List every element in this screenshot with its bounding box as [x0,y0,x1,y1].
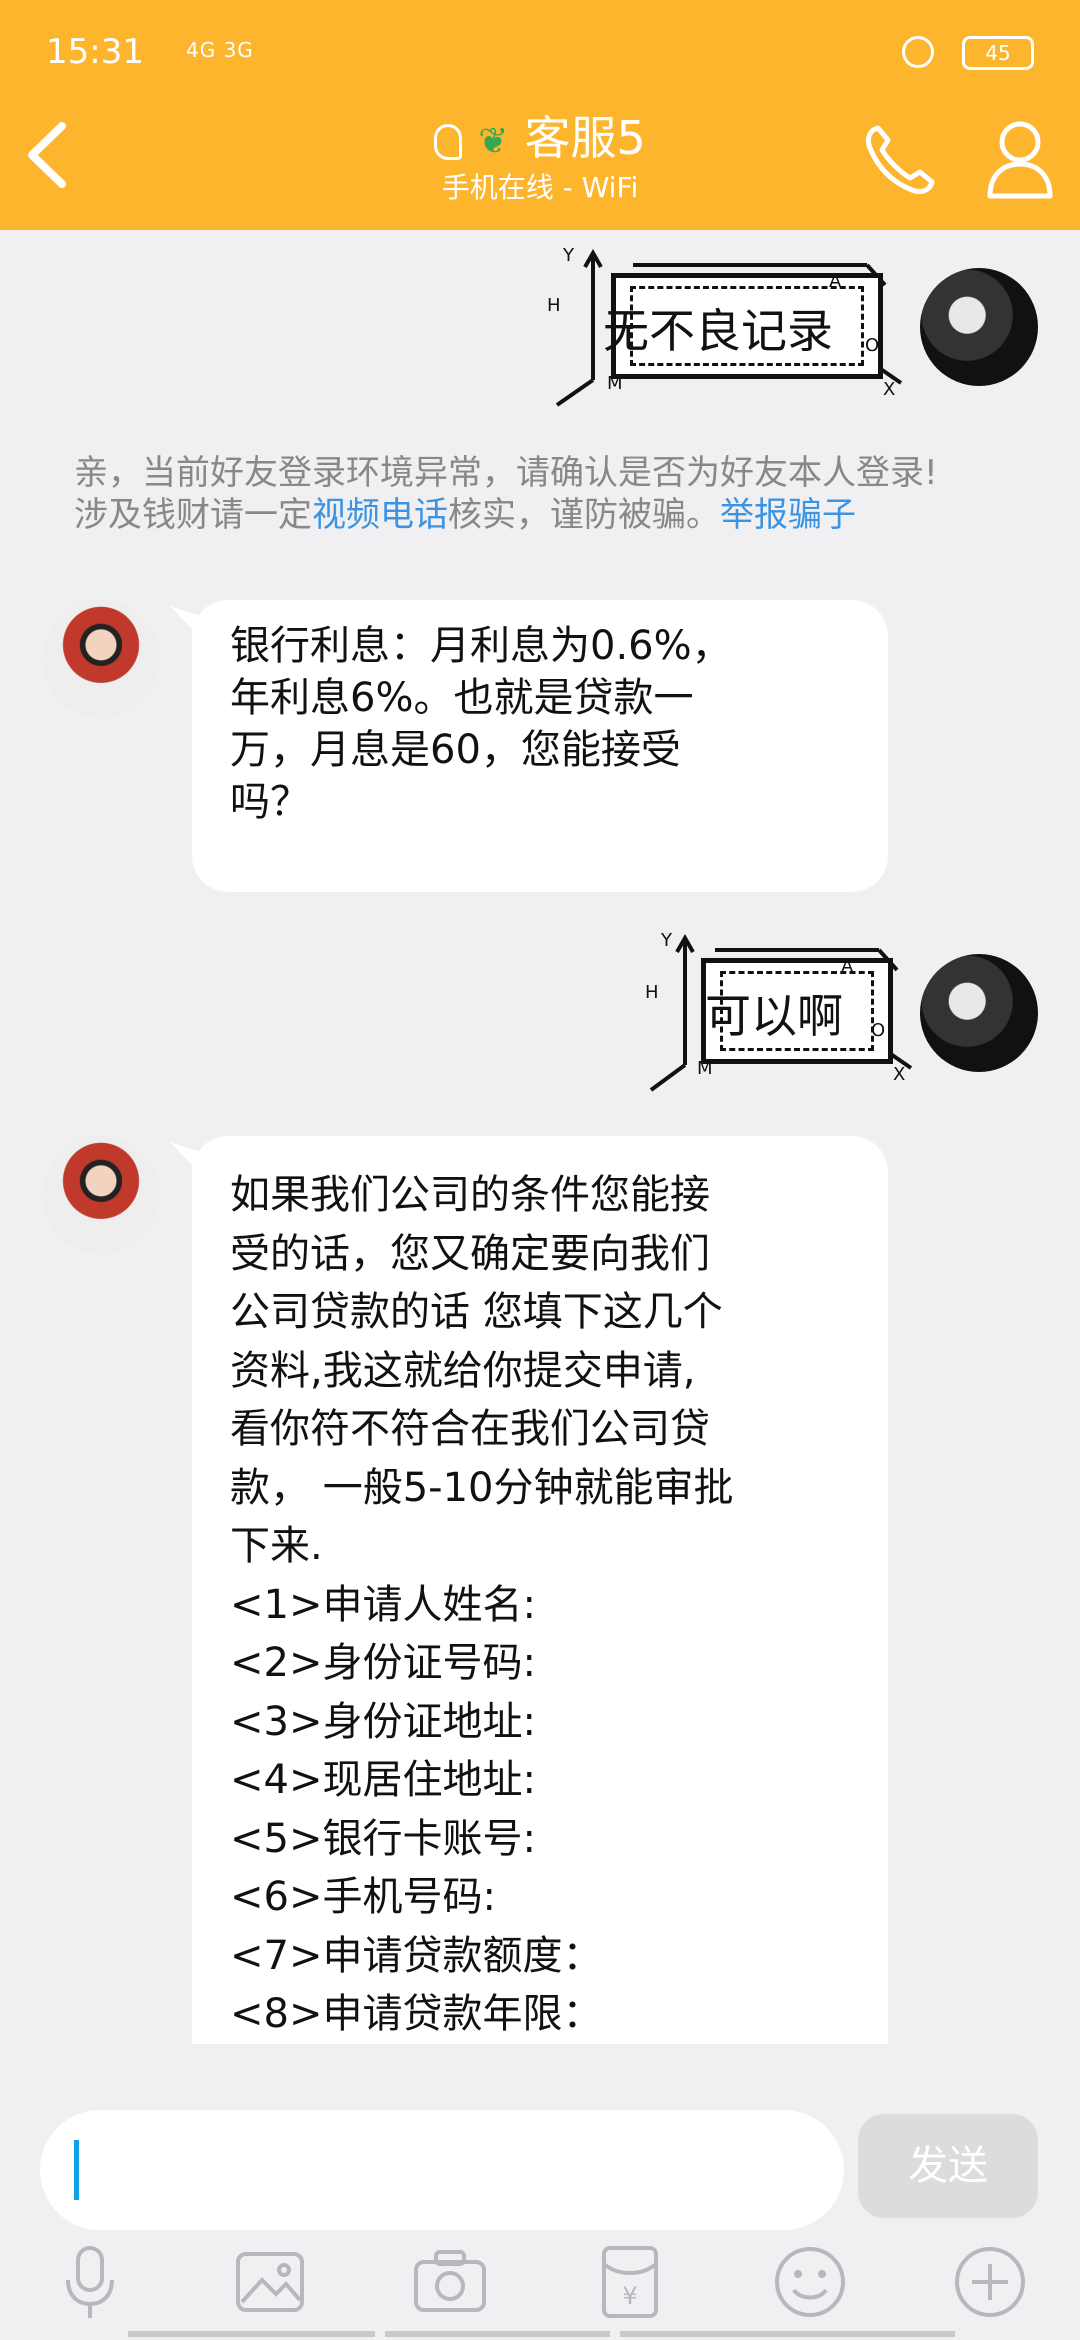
my-avatar[interactable] [920,954,1038,1072]
message-line: <7>申请贷款额度： [230,1932,603,1979]
sticker-text: 可以啊 [705,989,843,1043]
message-line: 下来. [230,1523,323,1569]
plus-icon[interactable] [950,2242,1030,2322]
earpiece-icon [434,123,463,160]
message-line: 如果我们公司的条件您能接 [230,1172,710,1218]
notice-text: 涉及钱财请一定 [74,495,312,535]
axis-label-x: X [893,1064,906,1085]
emoji-icon[interactable] [770,2242,850,2322]
sprout-icon: ❦ [478,120,509,162]
sticker-text: 无不良记录 [603,304,833,358]
axis-label-m: M [697,1058,713,1079]
axis-label-y: Y [661,930,672,951]
message-line: 万，月息是60，您能接受 [230,727,681,773]
message-line: 吗？ [230,779,310,825]
lock-icon [902,36,934,68]
person-icon[interactable] [984,116,1056,200]
message-line: <3>身份证地址: [230,1698,536,1745]
axis-label-a: A [841,956,854,977]
agent-message-bubble[interactable]: 银行利息：月利息为0.6%， 年利息6%。也就是贷款一 万，月息是60，您能接受… [170,600,888,892]
notice-text-mid: 核实，谨防被骗。 [448,495,720,535]
message-line: <6>手机号码: [230,1874,496,1920]
text-caret [74,2140,79,2200]
axis-label-o: O [871,1020,886,1041]
message-line: 款， 一般5-10分钟就能审批 [230,1464,734,1511]
camera-icon[interactable] [410,2242,490,2322]
status-time: 15:31 [46,32,144,72]
report-scammer-link[interactable]: 举报骗子 [720,495,856,535]
axis-label-m: M [607,373,623,394]
message-line: 受的话，您又确定要向我们 [230,1230,710,1277]
axis-label-h: H [547,295,561,316]
notice-line-1: 亲，当前好友登录环境异常，请确认是否为好友本人登录! [74,453,938,493]
my-avatar[interactable] [920,268,1038,386]
message-line: <8>申请贷款年限： [230,1991,603,2037]
message-line: 资料,我这就给你提交申请, [230,1347,696,1394]
axis-label-h: H [645,982,659,1003]
notice-line-2: 涉及钱财请一定视频电话核实，谨防被骗。举报骗子 [74,494,1014,536]
agent-message-bubble[interactable]: 如果我们公司的条件您能接 受的话，您又确定要向我们 公司贷款的话 您填下这几个 … [170,1136,888,2044]
bottom-indicator [128,2331,955,2337]
message-line: <2>身份证号码: [230,1640,536,1686]
message-line: 年利息6%。也就是贷款一 [230,675,694,721]
bubble-tail [170,606,214,642]
message-line: 公司贷款的话 您填下这几个 [230,1289,723,1335]
message-line: 银行利息：月利息为0.6%， [230,623,732,669]
message-line: <5>银行卡账号: [230,1815,536,1862]
image-icon[interactable] [230,2242,310,2322]
microphone-icon[interactable] [50,2242,130,2322]
axis-label-a: A [829,271,842,292]
bubble-tail [170,1142,214,1178]
axis-label-x: X [883,379,896,400]
security-notice: 亲，当前好友登录环境异常，请确认是否为好友本人登录! 涉及钱财请一定视频电话核实… [74,452,1014,536]
message-input[interactable] [40,2110,844,2230]
phone-icon[interactable] [860,120,940,200]
signal-indicator: 4G 3G [186,38,254,62]
agent-avatar[interactable] [42,600,160,718]
video-call-link[interactable]: 视频电话 [312,495,448,535]
red-packet-icon[interactable]: ¥ [590,2242,670,2322]
message-line: <1>申请人姓名: [230,1581,536,1628]
chat-header: 15:31 4G 3G 45 ❦ 客服5 手机在线 - WiFi [0,0,1080,230]
agent-avatar[interactable] [42,1136,160,1254]
axis-label-o: O [865,335,880,356]
svg-text:¥: ¥ [622,2282,637,2310]
message-line: <4>现居住地址: [230,1757,536,1803]
status-bar: 15:31 4G 3G 45 [46,30,1034,80]
message-line: 看你符不符合在我们公司贷 [230,1406,710,1452]
sticker-message[interactable]: 可以啊 Y H A O M X [645,930,915,1100]
battery-indicator: 45 [962,36,1034,70]
axis-label-y: Y [563,245,574,266]
contact-name: 客服5 [524,111,646,165]
send-button[interactable]: 发送 [858,2114,1038,2218]
sticker-message[interactable]: 无不良记录 Y H A O M X [545,245,905,415]
